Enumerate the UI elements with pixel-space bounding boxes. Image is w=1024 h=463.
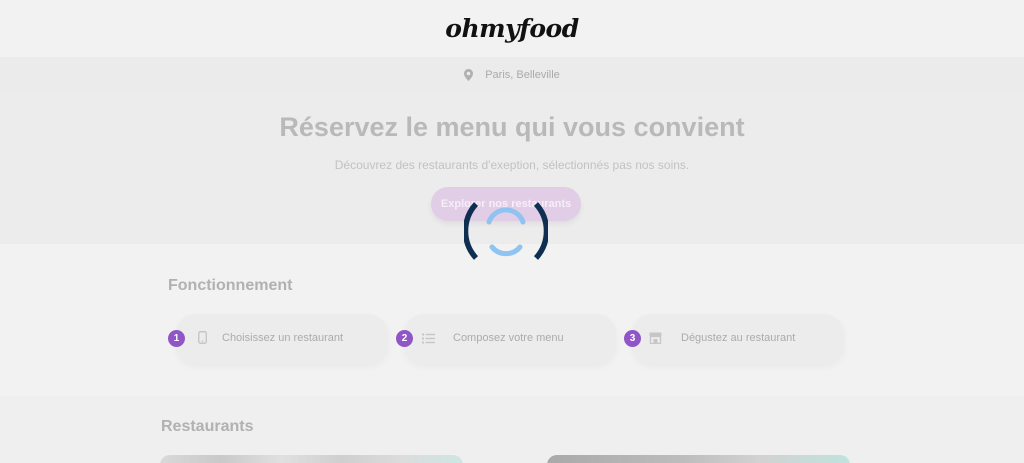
step-card-3: 3 Dégustez au restaurant bbox=[624, 314, 844, 364]
restaurant-card-image[interactable] bbox=[160, 455, 463, 463]
restaurants-section: Restaurants bbox=[0, 396, 1024, 463]
hero-subtitle: Découvrez des restaurants d'exeption, sé… bbox=[334, 158, 690, 172]
location-text: Paris, Belleville bbox=[485, 68, 560, 81]
site-header: ohmyfood bbox=[0, 0, 1024, 57]
list-icon bbox=[422, 331, 435, 349]
map-pin-icon bbox=[464, 68, 474, 81]
hero-title: Réservez le menu qui vous convient bbox=[279, 112, 745, 142]
step-card-1: 1 Choisissez un restaurant bbox=[168, 314, 388, 364]
step-label: Dégustez au restaurant bbox=[681, 332, 796, 344]
store-icon bbox=[649, 331, 662, 349]
restaurant-card-image[interactable] bbox=[547, 455, 850, 463]
how-section-title: Fonctionnement bbox=[168, 277, 293, 294]
loading-spinner-icon bbox=[462, 200, 550, 262]
step-number-badge: 1 bbox=[168, 330, 185, 347]
step-label: Choisissez un restaurant bbox=[222, 332, 344, 344]
location-bar: Paris, Belleville bbox=[0, 57, 1024, 92]
step-label: Composez votre menu bbox=[453, 332, 564, 344]
phone-icon bbox=[198, 331, 207, 349]
step-number-badge: 2 bbox=[396, 330, 413, 347]
step-card-2: 2 Composez votre menu bbox=[396, 314, 616, 364]
how-it-works-section: Fonctionnement 1 Choisissez un restauran… bbox=[0, 244, 1024, 396]
step-number-badge: 3 bbox=[624, 330, 641, 347]
restaurants-section-title: Restaurants bbox=[161, 418, 254, 435]
site-logo[interactable]: ohmyfood bbox=[445, 14, 579, 43]
